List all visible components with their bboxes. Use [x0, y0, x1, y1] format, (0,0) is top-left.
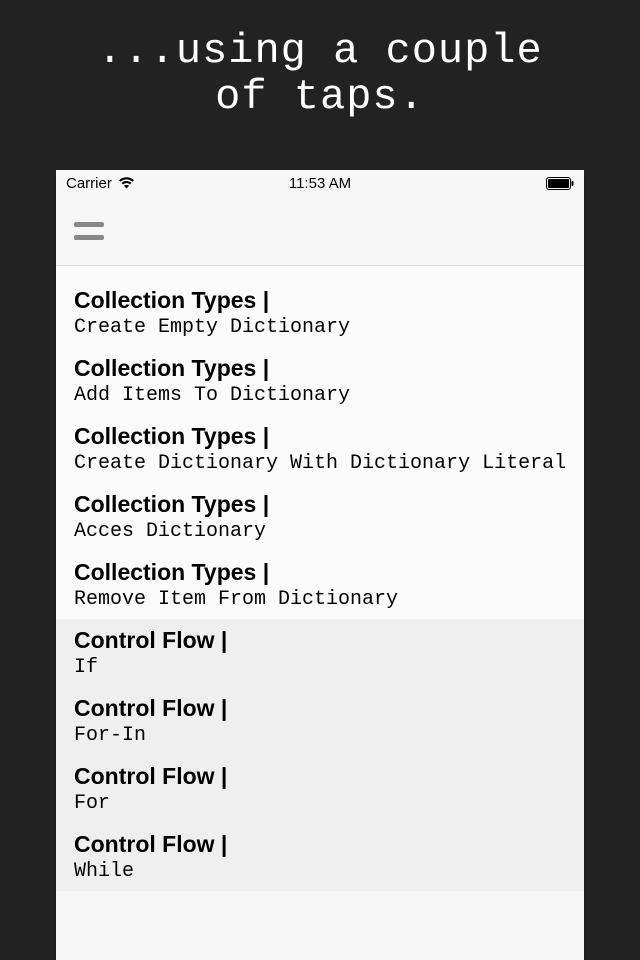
carrier-label: Carrier	[66, 175, 112, 192]
row-category: Collection Types |	[74, 491, 566, 518]
caption-line-2: of taps.	[215, 73, 425, 121]
topics-list[interactable]: Remove Item From SetCollection Types |Cr…	[56, 266, 584, 891]
list-item[interactable]: Control Flow |For	[56, 755, 584, 823]
status-right	[546, 177, 574, 190]
list-item[interactable]: Collection Types |Create Dictionary With…	[56, 415, 584, 483]
marketing-caption: ...using a couple of taps.	[0, 0, 640, 120]
list-item[interactable]: Control Flow |While	[56, 823, 584, 891]
list-item[interactable]: Remove Item From Set	[56, 266, 584, 279]
row-category: Control Flow |	[74, 831, 566, 858]
list-item[interactable]: Collection Types |Add Items To Dictionar…	[56, 347, 584, 415]
row-title: If	[74, 656, 566, 679]
status-bar: Carrier 11:53 AM	[56, 170, 584, 196]
list-item[interactable]: Control Flow |If	[56, 619, 584, 687]
row-category: Collection Types |	[74, 423, 566, 450]
row-title: Remove Item From Dictionary	[74, 588, 566, 611]
wifi-icon	[118, 177, 135, 189]
phone-screen: Carrier 11:53 AM Remove Item From Set Col…	[56, 170, 584, 960]
row-title: Create Empty Dictionary	[74, 316, 566, 339]
row-category: Collection Types |	[74, 287, 566, 314]
row-title: For-In	[74, 724, 566, 747]
menu-icon[interactable]	[74, 220, 106, 242]
caption-line-1: ...using a couple	[97, 27, 542, 75]
clock-label: 11:53 AM	[56, 175, 584, 192]
row-title: Add Items To Dictionary	[74, 384, 566, 407]
row-title: While	[74, 860, 566, 883]
row-title: Acces Dictionary	[74, 520, 566, 543]
row-category: Control Flow |	[74, 763, 566, 790]
row-title: Remove Item From Set	[74, 266, 566, 273]
row-category: Collection Types |	[74, 355, 566, 382]
list-item[interactable]: Collection Types |Remove Item From Dicti…	[56, 551, 584, 619]
row-category: Control Flow |	[74, 627, 566, 654]
row-category: Control Flow |	[74, 695, 566, 722]
list-item[interactable]: Control Flow |For-In	[56, 687, 584, 755]
row-title: Create Dictionary With Dictionary Litera…	[74, 452, 566, 475]
list-item[interactable]: Collection Types |Create Empty Dictionar…	[56, 279, 584, 347]
battery-icon	[546, 177, 574, 190]
row-title: For	[74, 792, 566, 815]
status-left: Carrier	[66, 175, 135, 192]
nav-bar	[56, 196, 584, 266]
row-category: Collection Types |	[74, 559, 566, 586]
list-item[interactable]: Collection Types |Acces Dictionary	[56, 483, 584, 551]
